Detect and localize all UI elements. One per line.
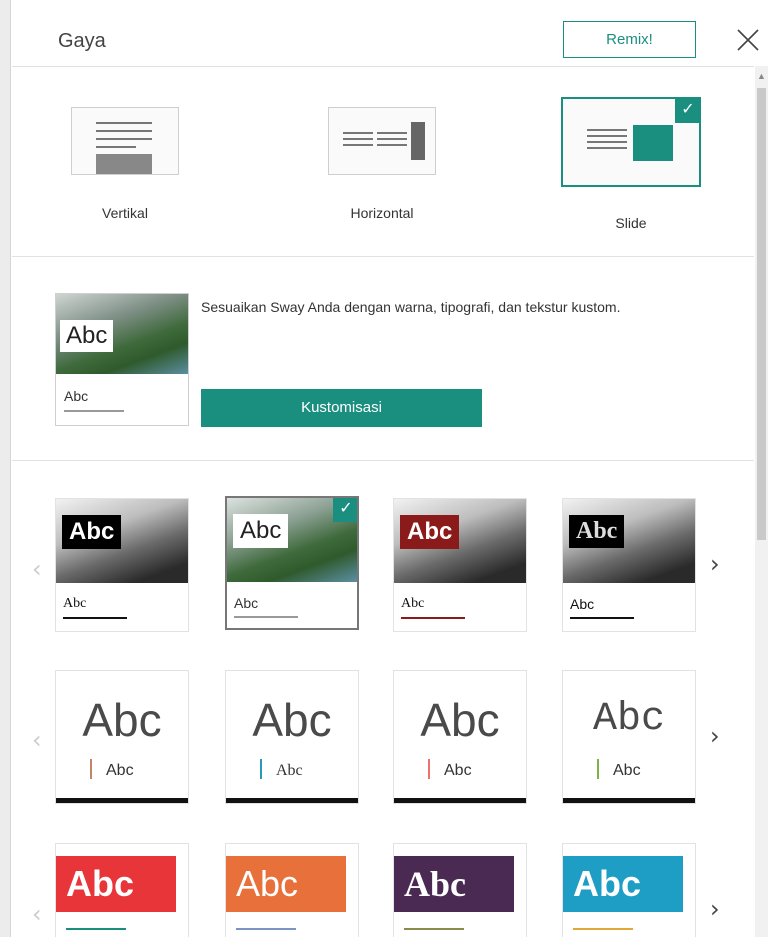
scroll-up-icon[interactable]: ▲ (755, 66, 768, 86)
customize-thumbnail: Abc Abc (55, 293, 189, 426)
theme-card[interactable]: Abc Abc (393, 670, 527, 804)
layout-slide-thumb: ✓ (561, 97, 701, 187)
chevron-right-icon[interactable]: › (710, 722, 720, 750)
remix-button[interactable]: Remix! (563, 21, 696, 58)
layout-vertical[interactable]: Vertikal (55, 107, 195, 221)
window-edge (0, 0, 11, 937)
check-icon: ✓ (333, 498, 357, 522)
theme-abc: Abc (252, 694, 332, 746)
layout-vertical-label: Vertikal (102, 205, 148, 221)
panel-title: Gaya (58, 30, 106, 52)
scroll-thumb[interactable] (757, 88, 766, 540)
chevron-right-icon[interactable]: › (710, 550, 720, 578)
theme-card[interactable]: Abc Abc (562, 670, 696, 804)
theme-abc: Abc (400, 515, 460, 549)
theme-card[interactable]: Abc (393, 843, 527, 937)
theme-abc: Abc (420, 694, 500, 746)
theme-card[interactable]: Abc (562, 843, 696, 937)
chevron-left-icon[interactable]: ‹ (32, 726, 42, 754)
theme-small-abc: Abc (570, 596, 595, 612)
theme-card[interactable]: Abc Abc (225, 670, 359, 804)
customize-thumb-small: Abc (64, 388, 89, 404)
theme-card-selected[interactable]: Abc Abc ✓ (225, 496, 359, 630)
chevron-right-icon[interactable]: › (710, 895, 720, 923)
theme-small-abc: Abc (613, 762, 641, 779)
close-icon[interactable] (736, 28, 760, 52)
layout-vertical-thumb (71, 107, 179, 175)
layout-slide-label: Slide (615, 215, 647, 231)
theme-small-abc: Abc (444, 762, 472, 779)
theme-abc: Abc (563, 856, 683, 912)
theme-card[interactable]: Abc (225, 843, 359, 937)
theme-abc: Abc (226, 856, 346, 912)
header-divider (12, 66, 754, 67)
layout-horizontal-label: Horizontal (350, 205, 414, 221)
chevron-left-icon[interactable]: ‹ (32, 900, 42, 928)
theme-abc: Abc (56, 856, 176, 912)
theme-abc: Abc (592, 697, 665, 742)
theme-abc: Abc (394, 856, 514, 912)
scrollbar[interactable]: ▲ (755, 66, 768, 937)
layouts-divider (12, 256, 754, 257)
theme-abc: Abc (62, 515, 122, 549)
check-icon: ✓ (675, 97, 701, 123)
theme-card[interactable]: Abc Abc (393, 498, 527, 632)
chevron-left-icon[interactable]: ‹ (32, 555, 42, 583)
theme-small-abc: Abc (276, 762, 303, 779)
theme-card[interactable]: Abc (55, 843, 189, 937)
layout-slide[interactable]: ✓ Slide (561, 97, 701, 231)
theme-abc: Abc (82, 694, 162, 746)
theme-abc: Abc (569, 515, 625, 548)
customize-button[interactable]: Kustomisasi (201, 389, 482, 427)
theme-card[interactable]: Abc Abc (55, 670, 189, 804)
theme-small-abc: Abc (401, 596, 425, 611)
layout-horizontal[interactable]: Horizontal (312, 107, 452, 221)
theme-small-abc: Abc (63, 596, 87, 611)
layout-horizontal-thumb (328, 107, 436, 175)
customize-description: Sesuaikan Sway Anda dengan warna, tipogr… (201, 299, 621, 315)
theme-card[interactable]: Abc Abc (562, 498, 696, 632)
theme-small-abc: Abc (234, 595, 259, 611)
customize-thumb-big: Abc (60, 320, 114, 352)
theme-abc: Abc (233, 514, 289, 548)
theme-small-abc: Abc (106, 762, 134, 779)
theme-card[interactable]: Abc Abc (55, 498, 189, 632)
customize-divider (12, 460, 754, 461)
